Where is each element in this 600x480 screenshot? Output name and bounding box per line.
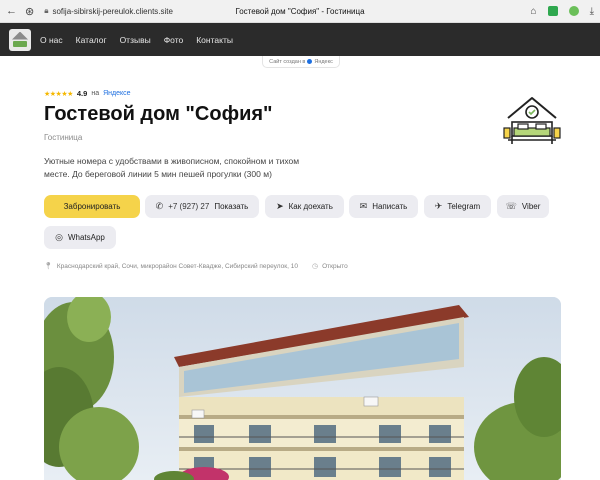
address-bar[interactable]: 🔒︎ sofija-sibirskij-pereulok.clients.sit… <box>44 6 173 16</box>
route-icon: ➤ <box>276 201 284 211</box>
rating-row: ★★★★★ 4.9 на Яндексе <box>44 89 131 98</box>
browser-toolbar: ← ⊛ 🔒︎ sofija-sibirskij-pereulok.clients… <box>0 0 600 23</box>
extension-icon[interactable] <box>547 6 558 16</box>
menu-item-about[interactable]: О нас <box>40 35 63 45</box>
route-button-label: Как доехать <box>288 202 333 211</box>
hotel-bed-logo-icon <box>503 97 561 144</box>
main-menu: О нас Каталог Отзывы Фото Контакты <box>40 35 233 45</box>
browser-actions: ⌂ ⤓ <box>531 0 594 22</box>
made-with-text: Сайт создан в <box>269 58 306 65</box>
rating-stars: ★★★★★ <box>44 90 73 98</box>
menu-item-reviews[interactable]: Отзывы <box>120 35 151 45</box>
telegram-icon: ✈ <box>434 201 443 211</box>
write-button[interactable]: ✉ Написать <box>349 195 418 218</box>
menu-item-catalog[interactable]: Каталог <box>76 35 107 45</box>
telegram-button[interactable]: ✈ Telegram <box>424 195 491 218</box>
rating-value: 4.9 <box>76 89 88 98</box>
menu-item-contacts[interactable]: Контакты <box>196 35 233 45</box>
browser-nav: ← ⊛ <box>0 5 34 18</box>
clock-icon: ◷ <box>311 263 319 270</box>
open-status: Открыто <box>322 262 348 270</box>
location-pin-icon: 📍︎ <box>44 263 53 270</box>
menu-item-photos[interactable]: Фото <box>164 35 184 45</box>
business-description: Уютные номера с удобствами в живописном,… <box>44 156 300 179</box>
bookmark-icon[interactable]: ⌂ <box>531 6 537 17</box>
mail-icon: ✉ <box>359 201 368 211</box>
hotel-building-photo[interactable] <box>44 297 561 480</box>
business-category: Гостиница <box>44 133 83 142</box>
whatsapp-icon: ◎ <box>55 232 63 242</box>
back-icon[interactable]: ← <box>6 5 17 17</box>
rating-source-link[interactable]: Яндексе <box>103 90 130 97</box>
lock-icon: 🔒︎ <box>44 6 49 15</box>
viber-icon: ☏ <box>505 201 517 211</box>
viber-button[interactable]: ☏ Viber <box>497 195 549 218</box>
page-title: Гостевой дом "София" <box>44 103 273 125</box>
address-row: 📍︎ Краснодарский край, Сочи, микрорайон … <box>44 262 348 271</box>
site-info-icon[interactable]: ⊛ <box>25 5 34 18</box>
book-button[interactable]: Забронировать <box>44 195 140 218</box>
whatsapp-button[interactable]: ◎ WhatsApp <box>44 226 116 249</box>
phone-number: +7 (927) 27 <box>168 202 210 211</box>
site-logo[interactable] <box>9 28 31 51</box>
address-text[interactable]: Краснодарский край, Сочи, микрорайон Сов… <box>57 263 298 270</box>
url-text[interactable]: sofija-sibirskij-pereulok.clients.site <box>52 7 172 16</box>
extension-icon-2[interactable] <box>568 6 579 16</box>
phone-button[interactable]: ✆ +7 (927) 27 Показать <box>145 195 259 218</box>
show-phone-label: Показать <box>214 202 249 211</box>
phone-icon: ✆ <box>155 201 164 211</box>
route-button[interactable]: ➤ Как доехать <box>265 195 344 218</box>
book-button-label: Забронировать <box>63 202 121 211</box>
write-button-label: Написать <box>372 202 408 211</box>
made-with-badge[interactable]: Сайт создан в Яндекс <box>262 56 340 68</box>
rating-on: на <box>91 90 100 97</box>
made-with-brand: Яндекс <box>314 58 333 65</box>
download-icon[interactable]: ⤓ <box>590 6 594 17</box>
viber-button-label: Viber <box>521 202 541 211</box>
site-header: О нас Каталог Отзывы Фото Контакты <box>0 23 600 56</box>
whatsapp-button-label: WhatsApp <box>67 233 105 242</box>
telegram-button-label: Telegram <box>447 202 481 211</box>
yandex-icon <box>307 59 313 64</box>
